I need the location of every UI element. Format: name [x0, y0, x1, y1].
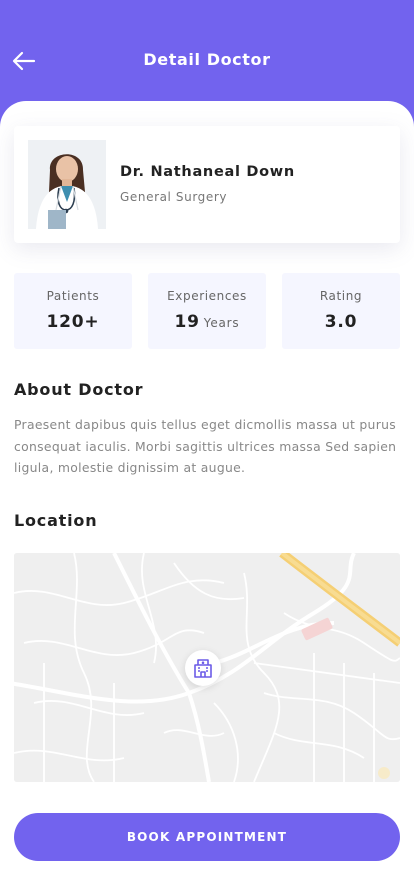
hospital-icon — [194, 659, 212, 678]
doctor-name: Dr. Nathaneal Down — [120, 164, 295, 180]
about-text: Praesent dapibus quis tellus eget dicmol… — [14, 417, 397, 475]
doctor-specialty: General Surgery — [120, 190, 228, 204]
about-title: About Doctor — [14, 380, 144, 399]
stat-label: Experiences — [167, 289, 247, 303]
stat-value: 19 Years — [174, 312, 240, 332]
stat-value: 3.0 — [324, 312, 358, 332]
doctor-card: Dr. Nathaneal Down General Surgery — [14, 126, 400, 243]
doctor-photo — [28, 140, 106, 229]
location-title: Location — [14, 511, 98, 530]
stat-experiences: Experiences 19 Years — [148, 273, 266, 349]
map-pin[interactable] — [185, 650, 221, 686]
stat-value: 120+ — [46, 312, 100, 332]
stat-label: Patients — [46, 289, 100, 303]
stat-patients: Patients 120+ — [14, 273, 132, 349]
stat-label: Rating — [319, 289, 363, 303]
location-map[interactable] — [14, 553, 400, 782]
stat-rating: Rating 3.0 — [282, 273, 400, 349]
book-appointment-button[interactable]: BOOK APPOINTMENT — [14, 813, 400, 861]
page-title: Detail Doctor — [143, 50, 271, 69]
stat-unit: Years — [203, 316, 240, 330]
